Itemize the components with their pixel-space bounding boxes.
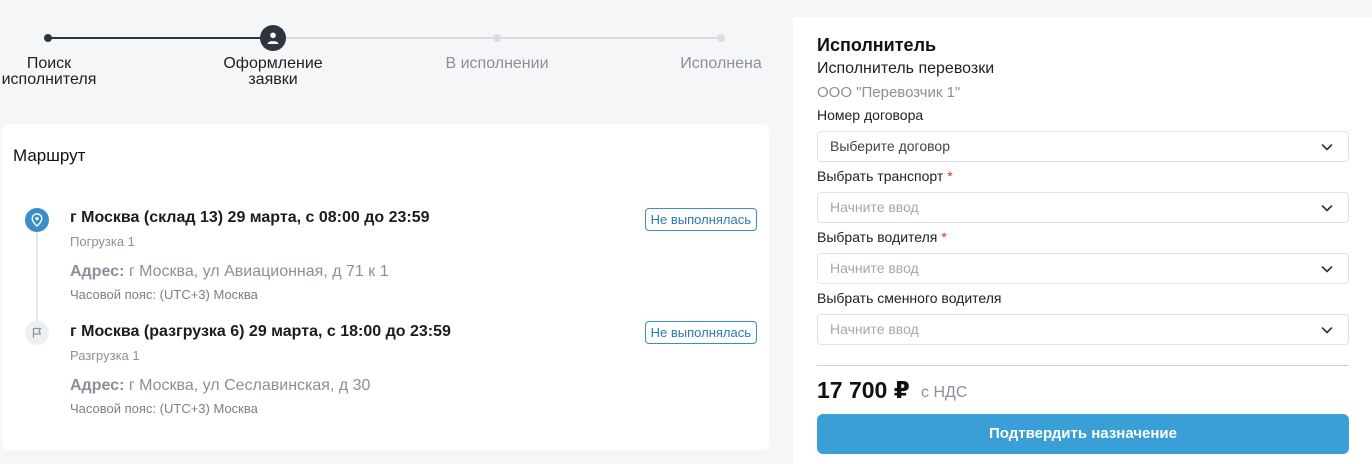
price-vat-note: с НДС <box>921 384 968 401</box>
required-mark: * <box>941 229 947 245</box>
map-pin-icon <box>25 208 49 232</box>
route-point-address: Адрес: г Москва, ул Авиационная, д 71 к … <box>70 263 389 281</box>
address-value: г Москва, ул Сеславинская, д 30 <box>128 377 371 394</box>
step-dot-done <box>717 34 725 42</box>
driver-label: Выбрать водителя * <box>817 229 947 245</box>
chevron-down-icon <box>1321 205 1333 212</box>
address-value: г Москва, ул Авиационная, д 71 к 1 <box>128 263 389 280</box>
route-point-type: Погрузка 1 <box>70 234 135 249</box>
shift-driver-label: Выбрать сменного водителя <box>817 290 1002 306</box>
shift-driver-select-placeholder: Начните ввод <box>830 321 919 337</box>
address-label: Адрес: <box>70 377 125 394</box>
confirm-assignment-button[interactable]: Подтвердить назначение <box>817 414 1349 454</box>
route-point-timezone: Часовой пояс: (UTC+3) Москва <box>70 287 258 302</box>
contract-select-value: Выберите договор <box>830 138 950 154</box>
panel-subtitle: Исполнитель перевозки <box>817 60 995 77</box>
route-card: Маршрут г Москва (склад 13) 29 марта, с … <box>2 124 769 450</box>
step-label-order: Оформление заявки <box>223 55 323 88</box>
route-title: Маршрут <box>13 146 86 165</box>
chevron-down-icon <box>1321 327 1333 334</box>
progress-stepper: Поиск исполнителя Оформление заявки В ис… <box>0 0 780 110</box>
step-label-in-progress: В исполнении <box>445 55 549 72</box>
driver-select-placeholder: Начните ввод <box>830 260 919 276</box>
address-label: Адрес: <box>70 263 125 280</box>
route-point-title: г Москва (разгрузка 6) 29 марта, с 18:00… <box>70 323 451 340</box>
company-name: ООО "Перевозчик 1" <box>817 84 961 101</box>
route-point-title: г Москва (склад 13) 29 марта, с 08:00 до… <box>70 209 430 226</box>
status-badge: Не выполнялась <box>644 208 757 231</box>
step-dot-search <box>44 34 52 42</box>
route-point-address: Адрес: г Москва, ул Сеславинская, д 30 <box>70 377 370 395</box>
status-badge: Не выполнялась <box>644 321 757 344</box>
step-current-user-icon <box>260 25 286 51</box>
step-label-search: Поиск исполнителя <box>1 55 97 88</box>
step-dot-in-progress <box>493 34 501 42</box>
route-point-type: Разгрузка 1 <box>70 348 140 363</box>
route-point-timezone: Часовой пояс: (UTC+3) Москва <box>70 401 258 416</box>
panel-title: Исполнитель <box>817 35 937 55</box>
chevron-down-icon <box>1321 144 1333 151</box>
step-label-completed: Исполнена <box>680 55 762 72</box>
shift-driver-select[interactable]: Начните ввод <box>817 314 1349 345</box>
transport-label: Выбрать транспорт * <box>817 168 953 184</box>
required-mark: * <box>947 168 953 184</box>
executor-panel: Исполнитель Исполнитель перевозки ООО "П… <box>793 17 1372 464</box>
flag-icon <box>25 321 49 345</box>
driver-label-text: Выбрать водителя <box>817 229 938 245</box>
contract-label: Номер договора <box>817 107 924 123</box>
price-amount: 17 700 ₽ <box>817 377 910 403</box>
stepper-line-done <box>48 37 273 39</box>
chevron-down-icon <box>1321 266 1333 273</box>
transport-select[interactable]: Начните ввод <box>817 192 1349 223</box>
transport-select-placeholder: Начните ввод <box>830 199 919 215</box>
transport-label-text: Выбрать транспорт <box>817 168 944 184</box>
driver-select[interactable]: Начните ввод <box>817 253 1349 284</box>
contract-select[interactable]: Выберите договор <box>817 131 1349 162</box>
divider <box>817 365 1349 366</box>
